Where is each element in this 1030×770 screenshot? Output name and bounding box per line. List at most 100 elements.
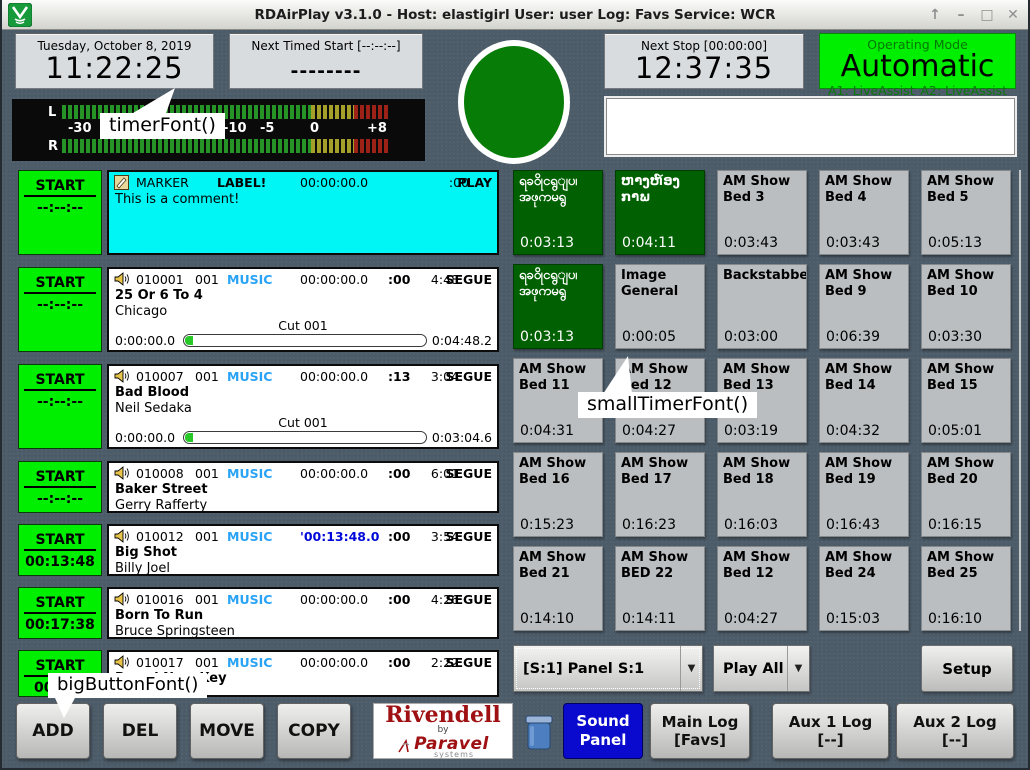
pie-counter xyxy=(458,40,570,164)
log-entry[interactable]: 010012 001 MUSIC '00:13:48.0 :00 3:54 SE… xyxy=(107,524,499,576)
panel-button-timer: 0:04:27 xyxy=(622,423,676,439)
panel-button[interactable]: AM Show Bed 50:05:13 xyxy=(921,170,1011,255)
aux1-log-button[interactable]: Aux 1 Log [--] xyxy=(772,703,889,759)
next-timed-start-label: Next Timed Start [--:--:--] xyxy=(230,39,422,53)
panel-button[interactable]: AM Show Bed 150:05:01 xyxy=(921,358,1011,443)
panel-button[interactable]: ရခ၀ိုငရွျပ၊ အဖုကမရွ0:03:13 xyxy=(513,170,603,255)
panel-button-label: AM Show Bed 10 xyxy=(927,268,1005,301)
entry-time: 00:00:00.0 xyxy=(300,369,368,384)
del-button[interactable]: DEL xyxy=(103,703,177,759)
log-entry-marker[interactable]: MARKER LABEL! 00:00:00.0 :00 PLAY This i… xyxy=(107,170,499,255)
entry-transition: SEGUE xyxy=(446,655,493,670)
panel-button[interactable]: AM Show Bed 210:14:10 xyxy=(513,546,603,631)
panel-button-label: Image General xyxy=(621,268,699,301)
entry-transition: SEGUE xyxy=(446,369,493,384)
panel-button[interactable]: ရခ၀ိုငရွျပ၊ အဖုကမရွ0:03:13 xyxy=(513,264,603,349)
rdairplay-window: RDAirPlay v3.1.0 - Host: elastigirl User… xyxy=(0,0,1030,770)
entry-artist: Bruce Springsteen xyxy=(115,624,235,639)
copy-button[interactable]: COPY xyxy=(277,703,351,759)
entry-artist: Chicago xyxy=(115,304,167,319)
start-button[interactable]: START --:--:-- xyxy=(18,170,102,255)
move-button[interactable]: MOVE xyxy=(190,703,264,759)
start-button[interactable]: START --:--:-- xyxy=(18,364,102,449)
main-log-sub: [Favs] xyxy=(674,731,726,749)
entry-transition: SEGUE xyxy=(446,466,493,481)
speaker-icon xyxy=(114,369,130,386)
speaker-icon xyxy=(114,272,130,289)
log-entry[interactable]: 010001 001 MUSIC 00:00:00.0 :00 4:48 SEG… xyxy=(107,267,499,352)
log-entry[interactable]: 010007 001 MUSIC 00:00:00.0 :13 3:04 SEG… xyxy=(107,364,499,449)
minimize-icon[interactable]: – xyxy=(952,6,970,24)
panel-button[interactable]: AM Show Bed 30:03:43 xyxy=(717,170,807,255)
rivendell-logo: Rivendell by Paravel systems xyxy=(373,703,513,759)
entry-title: Bad Blood xyxy=(115,385,189,400)
cart-number: 010016 xyxy=(136,592,184,607)
play-mode-dropdown[interactable]: Play All ▼ xyxy=(713,645,810,692)
title-bar: RDAirPlay v3.1.0 - Host: elastigirl User… xyxy=(2,0,1028,30)
log-entry[interactable]: 010016 001 MUSIC 00:00:00.0 :00 4:26 SEG… xyxy=(107,587,499,639)
window-controls: ↑ – □ ✕ xyxy=(926,0,1022,30)
panel-button[interactable]: AM Show Bed 170:16:23 xyxy=(615,452,705,537)
panel-button-label: AM Show BED 22 xyxy=(621,550,699,583)
entry-time: 00:00:00.0 xyxy=(300,655,368,670)
panel-button[interactable]: AM Show Bed 180:16:03 xyxy=(717,452,807,537)
meter-left-label: L xyxy=(48,105,56,120)
panel-button-label: AM Show Bed 11 xyxy=(519,362,597,395)
panel-button[interactable]: AM Show Bed 160:15:23 xyxy=(513,452,603,537)
operating-mode-button[interactable]: Operating Mode Automatic A1: LiveAssist … xyxy=(819,33,1016,89)
panel-button[interactable]: AM Show Bed 40:03:43 xyxy=(819,170,909,255)
panel-button-label: AM Show Bed 20 xyxy=(927,456,1005,489)
panel-button[interactable]: AM Show Bed 250:16:10 xyxy=(921,546,1011,631)
close-icon[interactable]: ✕ xyxy=(1004,6,1022,24)
trash-icon[interactable] xyxy=(524,711,554,751)
big-button-font-callout: bigButtonFont() xyxy=(48,673,207,698)
panel-button[interactable]: Backstabber0:03:00 xyxy=(717,264,807,349)
panel-button-timer: 0:04:11 xyxy=(622,235,676,251)
panel-button[interactable]: AM Show Bed 140:04:32 xyxy=(819,358,909,443)
panel-button[interactable]: ຫາງຫ໌ອງກາພ0:04:11 xyxy=(615,170,705,255)
start-button-timer: --:--:-- xyxy=(19,491,101,507)
entry-transition: PLAY xyxy=(457,175,492,190)
sound-panel-button[interactable]: Sound Panel xyxy=(563,703,643,759)
cart-number: 010001 xyxy=(136,272,184,287)
panel-button[interactable]: AM Show Bed 90:06:39 xyxy=(819,264,909,349)
panel-button-timer: 0:03:13 xyxy=(520,235,574,251)
start-button[interactable]: START --:--:-- xyxy=(18,461,102,513)
shade-icon[interactable]: ↑ xyxy=(926,6,944,24)
start-button[interactable]: START 00:13:48 xyxy=(18,524,102,576)
main-log-button[interactable]: Main Log [Favs] xyxy=(650,703,750,759)
panel-button-label: ရခ၀ိုငရွျပ၊ အဖုကမရွ xyxy=(519,268,597,301)
log-entry[interactable]: 010008 001 MUSIC 00:00:00.0 :00 6:01 SEG… xyxy=(107,461,499,513)
rivendell-logo-title: Rivendell xyxy=(385,704,501,726)
panel-button[interactable]: AM Show Bed 20 0:16:15 xyxy=(921,452,1011,537)
start-button[interactable]: START 00:17:38 xyxy=(18,587,102,639)
cart-type: MUSIC xyxy=(227,466,272,481)
panel-button-timer: 0:06:39 xyxy=(826,329,880,345)
panel-button[interactable]: AM Show Bed 100:03:30 xyxy=(921,264,1011,349)
entry-artist: Neil Sedaka xyxy=(115,401,192,416)
setup-button[interactable]: Setup xyxy=(921,645,1013,692)
panel-button[interactable]: AM Show BED 220:14:11 xyxy=(615,546,705,631)
cart-type: MUSIC xyxy=(227,592,272,607)
start-button[interactable]: START --:--:-- xyxy=(18,267,102,352)
panel-button[interactable]: AM Show Bed 190:16:43 xyxy=(819,452,909,537)
panel-button[interactable]: AM Show Bed 120:04:27 xyxy=(717,546,807,631)
start-button-timer: --:--:-- xyxy=(19,200,101,216)
entry-talk-time: :00 xyxy=(388,272,410,287)
callout-pointer xyxy=(600,356,634,394)
callout-pointer xyxy=(128,88,178,116)
panel-button-timer: 0:16:15 xyxy=(928,517,982,533)
panel-button[interactable]: Image General0:00:05 xyxy=(615,264,705,349)
entry-title: Big Shot xyxy=(115,545,177,560)
start-button-label: START xyxy=(24,178,95,197)
panel-button-timer: 0:16:43 xyxy=(826,517,880,533)
panel-button-timer: 0:04:27 xyxy=(724,611,778,627)
panel-button-timer: 0:15:23 xyxy=(520,517,574,533)
panel-select-dropdown[interactable]: [S:1] Panel S:1 ▼ xyxy=(513,645,703,692)
entry-time: 00:00:00.0 xyxy=(300,466,368,481)
panel-button[interactable]: AM Show Bed 240:15:03 xyxy=(819,546,909,631)
panel-button-timer: 0:03:43 xyxy=(826,235,880,251)
maximize-icon[interactable]: □ xyxy=(978,6,996,24)
callout-pointer xyxy=(52,698,78,718)
aux2-log-button[interactable]: Aux 2 Log [--] xyxy=(896,703,1014,759)
